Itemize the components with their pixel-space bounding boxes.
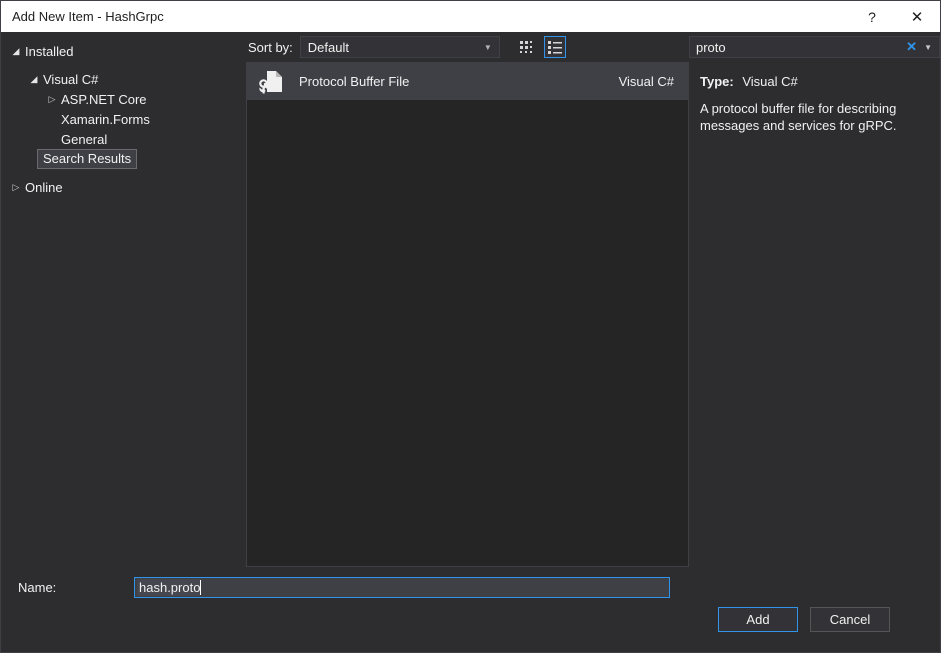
name-input[interactable]: hash.proto (134, 576, 670, 598)
tree-node-aspnet-core[interactable]: ▷ ASP.NET Core (1, 89, 246, 109)
results-column: Sort by: Default ▼ Protocol Buffer File … (246, 32, 689, 567)
details-column: proto ✕ ▼ Type: Visual C# A protocol buf… (689, 32, 940, 567)
search-history-chevron-icon[interactable]: ▼ (922, 43, 939, 52)
sort-by-dropdown[interactable]: Default ▼ (299, 36, 500, 58)
list-view-icon[interactable] (543, 36, 566, 58)
add-new-item-dialog: Add New Item - HashGrpc ? ✕ ◢ Installed … (0, 0, 941, 653)
category-tree: ◢ Installed ◢ Visual C# ▷ ASP.NET Core X… (1, 32, 246, 567)
tree-label: Search Results (36, 149, 138, 169)
title-bar: Add New Item - HashGrpc ? ✕ (1, 1, 940, 32)
chevron-expanded-icon[interactable]: ◢ (9, 46, 23, 57)
proto-file-icon (255, 66, 287, 98)
tree-label: Visual C# (43, 71, 99, 87)
sort-toolbar: Sort by: Default ▼ (246, 32, 689, 62)
dialog-buttons: Add Cancel (1, 607, 940, 652)
tree-label: Online (25, 179, 63, 195)
item-details: Type: Visual C# A protocol buffer file f… (689, 62, 940, 134)
tree-label: Installed (25, 43, 74, 59)
cancel-button[interactable]: Cancel (810, 607, 890, 632)
tree-node-visual-csharp[interactable]: ◢ Visual C# (1, 69, 246, 89)
dialog-title: Add New Item - HashGrpc (12, 9, 164, 24)
search-input-value[interactable]: proto (690, 40, 901, 55)
sort-by-label: Sort by: (248, 39, 293, 55)
close-icon[interactable]: ✕ (894, 1, 940, 32)
template-list[interactable]: Protocol Buffer File Visual C# (246, 62, 689, 567)
search-bar: proto ✕ ▼ (689, 32, 940, 62)
list-item-name: Protocol Buffer File (299, 74, 410, 89)
tiles-view-icon[interactable] (516, 36, 538, 58)
tree-label: ASP.NET Core (61, 91, 147, 107)
chevron-expanded-icon[interactable]: ◢ (27, 74, 41, 85)
detail-description: A protocol buffer file for describing me… (700, 101, 897, 133)
list-item-language: Visual C# (618, 74, 674, 89)
detail-type-row: Type: Visual C# (700, 73, 940, 90)
tree-node-installed[interactable]: ◢ Installed (1, 41, 246, 61)
detail-type-label: Type: (700, 74, 734, 89)
tree-node-general[interactable]: General (1, 129, 246, 149)
clear-search-icon[interactable]: ✕ (901, 39, 922, 55)
chevron-collapsed-icon[interactable]: ▷ (9, 182, 23, 193)
dialog-body: ◢ Installed ◢ Visual C# ▷ ASP.NET Core X… (1, 32, 940, 567)
name-row: Name: hash.proto (1, 567, 940, 607)
view-toggle-group (516, 36, 566, 58)
chevron-collapsed-icon[interactable]: ▷ (45, 94, 59, 105)
sort-by-value: Default (307, 39, 349, 55)
detail-type-value: Visual C# (742, 74, 798, 89)
help-icon[interactable]: ? (850, 1, 894, 32)
chevron-down-icon: ▼ (483, 42, 492, 52)
tree-node-search-results[interactable]: Search Results (1, 149, 246, 169)
name-label: Name: (18, 579, 57, 595)
text-caret (200, 579, 202, 595)
tree-node-online[interactable]: ▷ Online (1, 177, 246, 197)
tree-node-xamarin-forms[interactable]: Xamarin.Forms (1, 109, 246, 129)
list-item[interactable]: Protocol Buffer File Visual C# (247, 63, 688, 100)
add-button[interactable]: Add (718, 607, 798, 632)
name-input-value[interactable]: hash.proto (137, 578, 201, 596)
tree-label: General (61, 131, 108, 147)
search-input[interactable]: proto ✕ ▼ (689, 36, 940, 58)
tree-label: Xamarin.Forms (61, 111, 150, 127)
